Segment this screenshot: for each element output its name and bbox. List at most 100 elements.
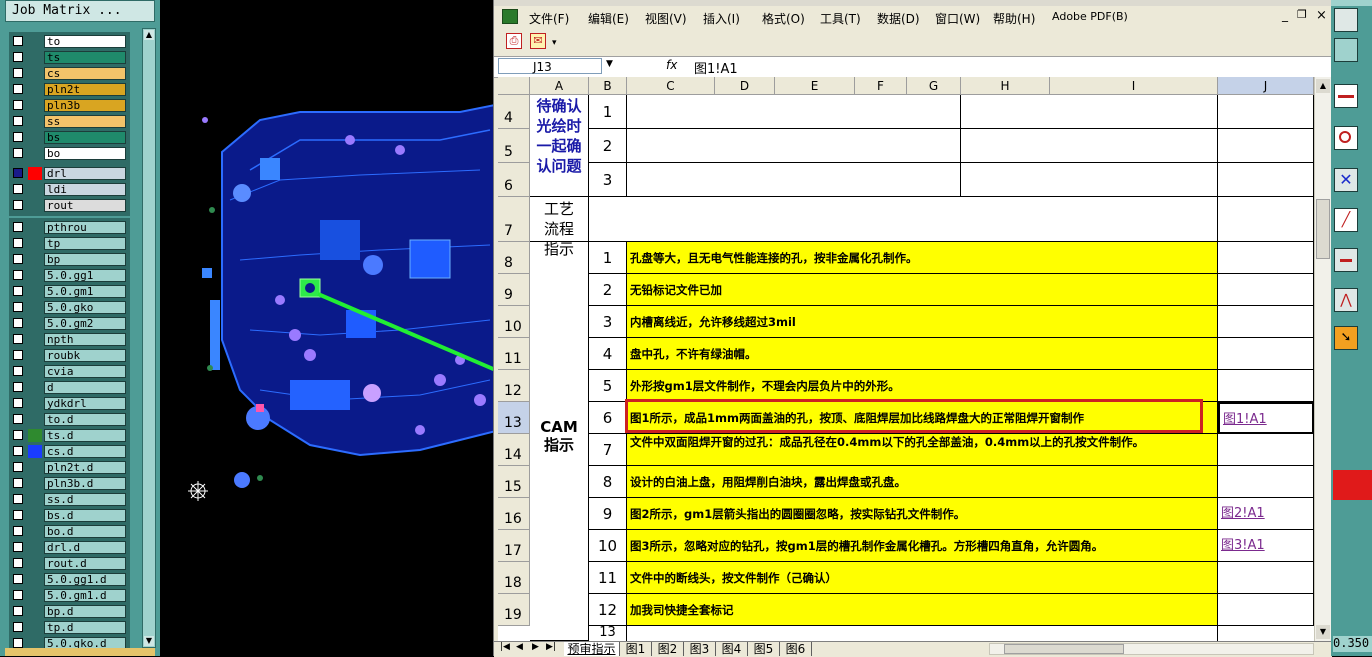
row-header[interactable]: 19 [498, 594, 530, 626]
scroll-thumb[interactable] [1316, 199, 1330, 259]
horizontal-scrollbar[interactable] [989, 643, 1314, 655]
scroll-down-icon[interactable]: ▼ [1316, 625, 1330, 639]
tool-pointer-icon[interactable]: ➘ [1334, 326, 1358, 350]
cam-item-link[interactable] [1218, 434, 1314, 466]
tool-button-1[interactable] [1334, 8, 1358, 32]
row-header[interactable]: 18 [498, 562, 530, 594]
cam-item-link[interactable] [1218, 338, 1314, 370]
cam-item-link[interactable] [1218, 466, 1314, 498]
column-header-b[interactable]: B [589, 77, 627, 95]
sheet-tab[interactable]: 图4 [716, 642, 748, 656]
cam-item-text[interactable]: 图3所示，忽略对应的钻孔，按gm1层的槽孔制作金属化槽孔。方形槽四角直角，允许圆… [627, 530, 1218, 562]
name-box-dropdown-icon[interactable]: ▼ [606, 59, 613, 69]
column-header-i[interactable]: I [1050, 77, 1218, 95]
cam-item-text[interactable]: 盘中孔，不许有绿油帽。 [627, 338, 1218, 370]
cam-item-number[interactable]: 5 [589, 370, 627, 402]
cam-item-text[interactable]: 无铅标记文件已加 [627, 274, 1218, 306]
tool-line-icon[interactable] [1334, 84, 1358, 108]
column-header-e[interactable]: E [775, 77, 855, 95]
row-header[interactable]: 11 [498, 338, 530, 370]
first-sheet-icon[interactable]: |◀ [500, 642, 510, 652]
menu-data[interactable]: 数据(D) [877, 10, 920, 27]
row-header[interactable]: 8 [498, 242, 530, 274]
confirm-item-number[interactable]: 2 [589, 129, 627, 163]
column-header-j[interactable]: J [1218, 77, 1314, 95]
cam-item-link[interactable]: 图1!A1 [1218, 402, 1314, 434]
menu-format[interactable]: 格式(O) [762, 10, 805, 27]
column-header-a[interactable]: A [530, 77, 589, 95]
formula-input[interactable]: 图1!A1 [694, 58, 738, 77]
sheet-tab[interactable]: 图3 [684, 642, 716, 656]
column-header-g[interactable]: G [907, 77, 961, 95]
cam-item-link[interactable] [1218, 370, 1314, 402]
cam-item-text[interactable]: 文件中的断线头，按文件制作（己确认） [627, 562, 1218, 594]
row-header[interactable]: 9 [498, 274, 530, 306]
row-header[interactable]: 4 [498, 95, 530, 129]
confirm-note-cell[interactable] [961, 129, 1218, 163]
cam-item-link[interactable] [1218, 594, 1314, 626]
row-header[interactable]: 17 [498, 530, 530, 562]
confirm-link-cell[interactable] [1218, 129, 1314, 163]
cam-item-text[interactable]: 外形按gm1层文件制作，不理会内层负片中的外形。 [627, 370, 1218, 402]
row-header[interactable]: 14 [498, 434, 530, 466]
confirm-link-cell[interactable] [1218, 95, 1314, 129]
confirm-item-number[interactable]: 3 [589, 163, 627, 197]
tool-diagonal-icon[interactable]: ╱ [1334, 208, 1358, 232]
row-header[interactable]: 13 [498, 402, 530, 434]
pdf-email-icon[interactable]: ✉ [530, 33, 546, 49]
worksheet-grid[interactable]: 4 5 6 7 8 9 10 11 12 13 14 15 16 17 18 19 待确认光绘时一起确认问题 1 2… [498, 95, 1314, 641]
confirm-item-number[interactable]: 1 [589, 95, 627, 129]
name-box[interactable]: J13 [498, 58, 602, 74]
menu-edit[interactable]: 编辑(E) [588, 10, 629, 27]
next-sheet-icon[interactable]: ▶ [532, 642, 539, 652]
cam-item-number[interactable]: 10 [589, 530, 627, 562]
next-item-cell[interactable] [627, 623, 1218, 641]
restore-icon[interactable]: ❐ [1297, 8, 1307, 21]
row-header[interactable]: 7 [498, 197, 530, 242]
sheet-tab[interactable]: 图2 [652, 642, 684, 656]
sheet-tab[interactable]: 预审指示 [564, 642, 620, 656]
cam-item-link[interactable] [1218, 242, 1314, 274]
column-header-h[interactable]: H [961, 77, 1050, 95]
confirm-link-cell[interactable] [1218, 163, 1314, 197]
horizontal-scroll-thumb[interactable] [1004, 644, 1124, 654]
confirm-item-cell[interactable] [627, 163, 961, 197]
fx-icon[interactable]: fx [666, 58, 677, 72]
column-header-d[interactable]: D [715, 77, 775, 95]
row-header[interactable]: 16 [498, 498, 530, 530]
cam-item-number[interactable]: 12 [589, 594, 627, 626]
cam-item-number[interactable]: 6 [589, 402, 627, 434]
cam-item-number[interactable]: 11 [589, 562, 627, 594]
row-header[interactable]: 6 [498, 163, 530, 197]
cam-item-number[interactable]: 2 [589, 274, 627, 306]
cam-item-text[interactable]: 加我司快捷全套标记 [627, 594, 1218, 626]
menu-window[interactable]: 窗口(W) [935, 10, 980, 27]
cam-item-number[interactable]: 3 [589, 306, 627, 338]
cam-item-text[interactable]: 孔盘等大，且无电气性能连接的孔，按非金属化孔制作。 [627, 242, 1218, 274]
cam-item-text[interactable]: 图1所示，成品1mm两面盖油的孔，按顶、底阻焊层加比线路焊盘大的正常阻焊开窗制作 [627, 402, 1218, 434]
select-all-corner[interactable] [498, 77, 530, 95]
cam-item-text[interactable]: 内槽离线近，允许移线超过3mil [627, 306, 1218, 338]
column-header-c[interactable]: C [627, 77, 715, 95]
confirm-note-cell[interactable] [961, 163, 1218, 197]
cam-item-number[interactable]: 1 [589, 242, 627, 274]
prev-sheet-icon[interactable]: ◀ [516, 642, 523, 652]
tool-cross-icon[interactable]: ✕ [1334, 168, 1358, 192]
process-content-cell[interactable] [589, 197, 1218, 242]
menu-insert[interactable]: 插入(I) [703, 10, 740, 27]
row-header[interactable]: 15 [498, 466, 530, 498]
cam-item-number[interactable]: 7 [589, 434, 627, 466]
confirm-item-cell[interactable] [627, 129, 961, 163]
toolbar-options-icon[interactable]: ▾ [552, 38, 557, 48]
column-header-f[interactable]: F [855, 77, 907, 95]
cam-item-link[interactable] [1218, 562, 1314, 594]
row-header[interactable]: 5 [498, 129, 530, 163]
cam-item-link[interactable] [1218, 274, 1314, 306]
process-link-cell[interactable] [1218, 197, 1314, 242]
sheet-tab[interactable]: 图6 [780, 642, 812, 656]
tool-button-2[interactable] [1334, 38, 1358, 62]
sheet-tab[interactable]: 图5 [748, 642, 780, 656]
cam-item-number[interactable]: 4 [589, 338, 627, 370]
cam-item-number[interactable]: 8 [589, 466, 627, 498]
menu-tools[interactable]: 工具(T) [820, 10, 861, 27]
